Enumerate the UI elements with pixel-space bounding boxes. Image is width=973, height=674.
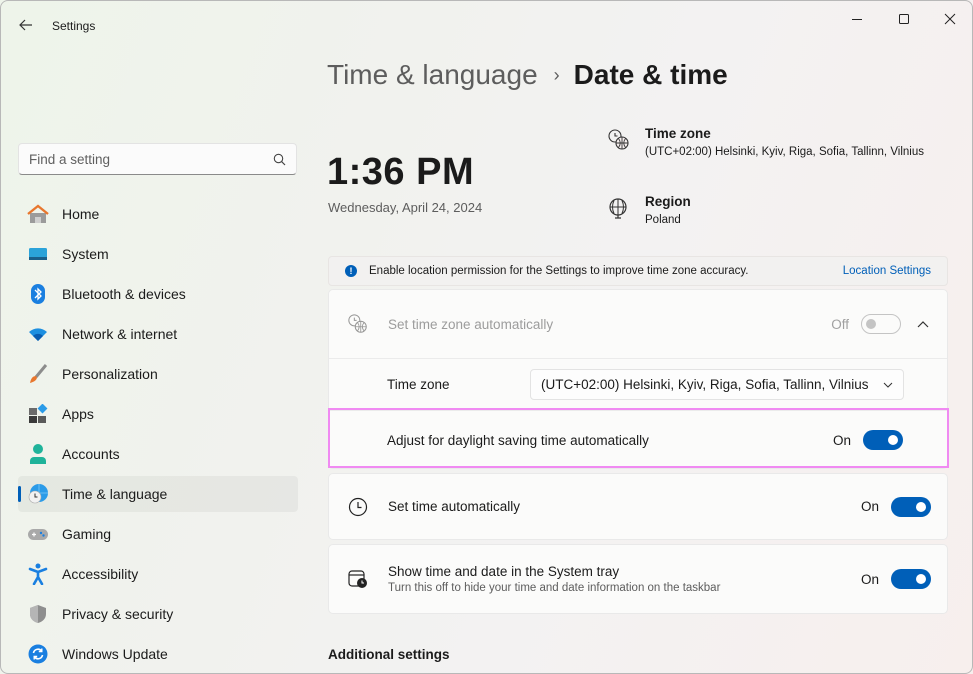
wifi-icon bbox=[27, 323, 49, 345]
current-date: Wednesday, April 24, 2024 bbox=[328, 200, 483, 215]
sidebar-item-gaming[interactable]: Gaming bbox=[18, 516, 298, 552]
region-summary-value: Poland bbox=[645, 214, 681, 226]
systray-description: Turn this off to hide your time and date… bbox=[388, 582, 721, 594]
sidebar-item-personalization[interactable]: Personalization bbox=[18, 356, 298, 392]
sidebar-item-bluetooth[interactable]: Bluetooth & devices bbox=[18, 276, 298, 312]
chevron-up-icon bbox=[917, 321, 929, 328]
additional-settings-heading: Additional settings bbox=[328, 647, 450, 662]
current-time: 1:36 PM bbox=[327, 151, 475, 193]
sidebar-label: Personalization bbox=[62, 366, 158, 382]
timezone-icon bbox=[607, 128, 631, 152]
region-summary-title: Region bbox=[645, 194, 691, 209]
auto-timezone-label: Set time zone automatically bbox=[388, 316, 554, 332]
page-title: Date & time bbox=[573, 59, 728, 90]
systray-row: Show time and date in the System tray Tu… bbox=[329, 545, 947, 613]
systray-label: Show time and date in the System tray bbox=[388, 564, 620, 579]
sidebar-label: Privacy & security bbox=[62, 606, 174, 622]
auto-time-row: Set time automatically On bbox=[329, 474, 947, 539]
clock-icon bbox=[347, 496, 369, 518]
systray-state: On bbox=[860, 571, 879, 587]
back-button[interactable] bbox=[13, 13, 39, 37]
sidebar-item-windows-update[interactable]: Windows Update bbox=[18, 636, 298, 672]
systray-toggle[interactable] bbox=[891, 569, 931, 589]
banner-text: Enable location permission for the Setti… bbox=[369, 265, 749, 277]
search-input[interactable] bbox=[29, 151, 273, 167]
sidebar-item-system[interactable]: System bbox=[18, 236, 298, 272]
gamepad-icon bbox=[27, 523, 49, 545]
sidebar-label: Gaming bbox=[62, 526, 112, 542]
person-icon bbox=[27, 443, 49, 465]
shield-icon bbox=[27, 603, 49, 625]
auto-time-card: Set time automatically On bbox=[328, 473, 948, 540]
close-icon bbox=[944, 13, 956, 25]
timezone-dropdown-value: (UTC+02:00) Helsinki, Kyiv, Riga, Sofia,… bbox=[541, 377, 869, 392]
auto-time-toggle[interactable] bbox=[891, 496, 931, 517]
bluetooth-icon bbox=[27, 283, 49, 305]
title-bar: Settings bbox=[1, 1, 972, 45]
breadcrumb: Time & language › Date & time bbox=[327, 59, 728, 91]
info-icon: ! bbox=[345, 265, 357, 277]
timezone-auto-icon bbox=[347, 313, 369, 335]
sidebar-label: Apps bbox=[62, 406, 94, 422]
auto-timezone-state: Off bbox=[831, 316, 849, 332]
brush-icon bbox=[27, 363, 49, 385]
sidebar-label: Home bbox=[62, 206, 100, 222]
systray-card: Show time and date in the System tray Tu… bbox=[328, 544, 948, 614]
sidebar-item-apps[interactable]: Apps bbox=[18, 396, 298, 432]
sidebar-label: Time & language bbox=[62, 486, 168, 502]
sidebar-item-network[interactable]: Network & internet bbox=[18, 316, 298, 352]
sidebar-item-accessibility[interactable]: Accessibility bbox=[18, 556, 298, 592]
sidebar-item-time-language[interactable]: Time & language bbox=[18, 476, 298, 512]
breadcrumb-parent[interactable]: Time & language bbox=[327, 59, 538, 91]
sidebar-nav: Home System Bluetooth & devices Network … bbox=[18, 196, 298, 673]
globe-clock-icon bbox=[27, 483, 49, 505]
search-box[interactable] bbox=[18, 143, 297, 175]
dst-toggle[interactable] bbox=[863, 430, 903, 450]
system-icon bbox=[27, 243, 49, 265]
sidebar-item-accounts[interactable]: Accounts bbox=[18, 436, 298, 472]
search-icon[interactable] bbox=[273, 153, 286, 166]
settings-window: Settings Home System bbox=[0, 0, 973, 674]
sidebar-item-privacy[interactable]: Privacy & security bbox=[18, 596, 298, 632]
calendar-clock-icon bbox=[347, 568, 369, 590]
minimize-button[interactable] bbox=[834, 5, 880, 33]
back-arrow-icon bbox=[19, 19, 32, 31]
apps-icon bbox=[27, 403, 49, 425]
timezone-summary-title: Time zone bbox=[645, 126, 711, 141]
sidebar-label: Accounts bbox=[62, 446, 120, 462]
maximize-button[interactable] bbox=[881, 5, 927, 33]
collapse-button[interactable] bbox=[915, 320, 931, 328]
location-permission-banner: ! Enable location permission for the Set… bbox=[328, 256, 948, 286]
accessibility-icon bbox=[27, 563, 49, 585]
timezone-select-row: Time zone (UTC+02:00) Helsinki, Kyiv, Ri… bbox=[329, 359, 947, 410]
auto-time-label: Set time automatically bbox=[388, 499, 521, 514]
minimize-icon bbox=[852, 19, 862, 20]
update-icon bbox=[27, 643, 49, 665]
close-button[interactable] bbox=[927, 5, 972, 33]
auto-timezone-toggle[interactable] bbox=[861, 314, 901, 334]
dst-state: On bbox=[832, 432, 851, 448]
sidebar-item-home[interactable]: Home bbox=[18, 196, 298, 232]
location-settings-link[interactable]: Location Settings bbox=[843, 265, 931, 277]
timezone-summary-value: (UTC+02:00) Helsinki, Kyiv, Riga, Sofia,… bbox=[645, 146, 924, 158]
dst-label: Adjust for daylight saving time automati… bbox=[387, 432, 649, 448]
timezone-dropdown[interactable]: (UTC+02:00) Helsinki, Kyiv, Riga, Sofia,… bbox=[530, 369, 904, 400]
region-summary: Region Poland bbox=[607, 194, 691, 226]
sidebar-label: Network & internet bbox=[62, 326, 178, 342]
auto-timezone-row: Set time zone automatically Off bbox=[329, 290, 947, 358]
maximize-icon bbox=[899, 14, 909, 24]
dst-row: Adjust for daylight saving time automati… bbox=[329, 411, 947, 469]
globe-icon bbox=[607, 196, 631, 220]
sidebar-label: Bluetooth & devices bbox=[62, 286, 186, 302]
timezone-settings-card: Set time zone automatically Off Time zon… bbox=[328, 289, 948, 469]
chevron-down-icon bbox=[883, 382, 893, 388]
timezone-summary: Time zone (UTC+02:00) Helsinki, Kyiv, Ri… bbox=[607, 126, 924, 158]
sidebar-label: System bbox=[62, 246, 109, 262]
sidebar-label: Windows Update bbox=[62, 646, 168, 662]
app-title: Settings bbox=[52, 19, 96, 33]
auto-time-state: On bbox=[860, 499, 879, 514]
home-icon bbox=[27, 203, 49, 225]
sidebar-label: Accessibility bbox=[62, 566, 139, 582]
chevron-right-icon: › bbox=[553, 64, 560, 85]
